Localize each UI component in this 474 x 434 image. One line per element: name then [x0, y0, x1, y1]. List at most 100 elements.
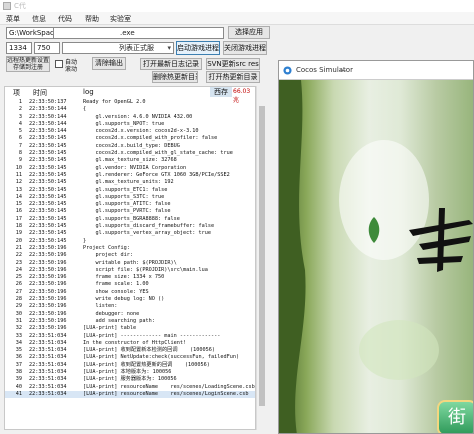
game-start-button[interactable]: 街	[437, 400, 473, 433]
log-row[interactable]: 3 22:33:50:144 gl.version: 4.6.0 NVIDIA 4…	[5, 114, 255, 121]
log-row-number: 41	[15, 390, 22, 397]
log-row[interactable]: 14 22:33:50:145 gl.supports_S3TC: true	[5, 194, 255, 201]
log-table[interactable]: 项 时间 log 西存 66.03兆 1 22:33:50:137 Ready fo…	[4, 86, 256, 430]
log-row[interactable]: 36 22:33:51:034 [LUA-print] NetUpdate:chec…	[5, 354, 255, 361]
svn-update-button[interactable]: SVN更新src res	[206, 58, 260, 70]
open-hot-update-dir-button[interactable]: 打开热更新目录	[206, 71, 260, 83]
log-row-number: 17	[15, 215, 22, 222]
log-row-message: show console: YES	[83, 288, 149, 295]
log-row[interactable]: 19 22:33:50:145 gl.supports_vertex_array_…	[5, 230, 255, 237]
log-row[interactable]: 1 22:33:50:137 Ready for OpenGL 2.0	[5, 99, 255, 106]
log-row-message: write debug log: NO ()	[83, 296, 165, 303]
delete-hot-update-dir-button[interactable]: 删除热更新目录	[152, 71, 198, 83]
system-tab[interactable]: 西存	[210, 87, 232, 97]
log-row-time: 22:33:51:034	[29, 390, 67, 397]
log-row-time: 22:33:50:145	[29, 164, 67, 171]
log-row-time: 22:33:50:144	[29, 113, 67, 120]
log-row[interactable]: 25 22:33:50:196 frame size: 1334 x 750	[5, 274, 255, 281]
log-row[interactable]: 30 22:33:50:196 debugger: none	[5, 311, 255, 318]
log-row[interactable]: 9 22:33:50:145 gl.max_texture_size: 32768	[5, 157, 255, 164]
mode-select-value: 列表正式服	[119, 44, 154, 52]
menu-item-lab[interactable]: 实验室	[110, 14, 131, 24]
log-row[interactable]: 11 22:33:50:145 gl.renderer: GeForce GTX …	[5, 172, 255, 179]
log-row[interactable]: 27 22:33:50:196 show console: YES	[5, 289, 255, 296]
select-app-button[interactable]: 选择应用	[228, 26, 270, 39]
log-row-number: 11	[15, 171, 22, 178]
log-row[interactable]: 13 22:33:50:145 gl.supports_ETC1: false	[5, 187, 255, 194]
menu-item-info[interactable]: 信息	[32, 14, 46, 24]
log-row[interactable]: 23 22:33:50:196 writable path: $(PROJDIR)…	[5, 260, 255, 267]
start-game-button[interactable]: 启动游戏进程	[176, 41, 220, 55]
log-scrollbar-thumb[interactable]	[259, 106, 265, 406]
menu-item-code[interactable]: 代码	[58, 14, 72, 24]
menu-item-menu[interactable]: 菜单	[6, 14, 20, 24]
log-row[interactable]: 4 22:33:50:144 gl.supports_NPOT: true	[5, 121, 255, 128]
log-row-time: 22:33:51:034	[29, 361, 67, 368]
log-row-number: 15	[15, 201, 22, 208]
minimize-icon[interactable]: —	[339, 66, 346, 74]
menu-item-help[interactable]: 帮助	[85, 14, 99, 24]
log-row-message: gl.supports_PVRTC: false	[83, 208, 171, 215]
log-row[interactable]: 40 22:33:51:034 [LUA-print] resourceName r…	[5, 384, 255, 391]
log-row[interactable]: 41 22:33:51:034 [LUA-print] resourceName r…	[5, 390, 255, 399]
log-row-time: 22:33:50:196	[29, 259, 67, 266]
height-input[interactable]: 750	[34, 42, 60, 54]
log-row[interactable]: 29 22:33:50:196 listen:	[5, 303, 255, 310]
foliage-left	[279, 80, 306, 433]
log-scrollbar[interactable]	[256, 86, 266, 430]
log-row[interactable]: 35 22:33:51:034 [LUA-print] 收到配置新本检测的回调 (1…	[5, 347, 255, 354]
log-row-message: writable path: $(PROJDIR)\	[83, 259, 177, 266]
log-row-message: gl.supports_ATITC: false	[83, 201, 171, 208]
log-row-message: Ready for OpenGL 2.0	[83, 99, 146, 105]
log-row-message: gl.supports_vertex_array_object: true	[83, 230, 212, 237]
log-row[interactable]: 26 22:33:50:196 frame scale: 1.00	[5, 281, 255, 288]
auto-scroll-checkbox[interactable]	[55, 60, 63, 68]
open-log-dir-button[interactable]: 打开最新日志记录	[140, 58, 202, 70]
log-row[interactable]: 8 22:33:50:145 cocos2d.x.compiled_with_gl…	[5, 150, 255, 157]
header-message: log	[83, 88, 94, 96]
log-row-message: {	[83, 106, 87, 113]
exe-path-input[interactable]: G:\WorkSpace	[6, 27, 54, 39]
log-row-time: 22:33:51:034	[29, 368, 67, 375]
log-row[interactable]: 6 22:33:50:145 cocos2d.x.compiled_with_pr…	[5, 135, 255, 142]
log-row[interactable]: 15 22:33:50:145 gl.supports_ATITC: false	[5, 201, 255, 208]
menubar: 菜单 信息 代码 帮助 实验室	[0, 12, 474, 25]
log-row[interactable]: 2 22:33:50:144 {	[5, 106, 255, 113]
log-row-number: 29	[15, 303, 22, 310]
log-row[interactable]: 22 22:33:50:196 project dir:	[5, 252, 255, 259]
log-row[interactable]: 7 22:33:50:145 cocos2d.x.build_type: DEBU…	[5, 143, 255, 150]
log-row-message: [LUA-print] ------------- main ---------…	[83, 332, 221, 339]
log-row-message: listen:	[83, 303, 118, 310]
log-row-time: 22:33:50:196	[29, 281, 67, 288]
log-row[interactable]: 34 22:33:51:034 In the constructor of Http…	[5, 340, 255, 347]
width-input[interactable]: 1334	[6, 42, 32, 54]
log-row[interactable]: 18 22:33:50:145 gl.supports_discard_frame…	[5, 223, 255, 230]
log-row-number: 34	[15, 339, 22, 346]
log-row-number: 28	[15, 296, 22, 303]
game-scene[interactable]: 街	[279, 80, 473, 433]
mode-select[interactable]: 列表正式服 ▾	[62, 42, 174, 54]
log-row[interactable]: 33 22:33:51:034 [LUA-print] ------------- …	[5, 333, 255, 340]
log-row[interactable]: 12 22:33:50:145 gl.max_texture_units: 192	[5, 179, 255, 186]
log-row[interactable]: 37 22:33:51:034 [LUA-print] 收到配置热更新的回调 (10…	[5, 362, 255, 369]
log-row-number: 8	[18, 150, 22, 157]
log-row[interactable]: 39 22:33:51:034 [LUA-print] 服务器版本为: 100056	[5, 376, 255, 383]
calligraphy-brush-strokes	[409, 208, 473, 272]
log-row-number: 38	[15, 368, 22, 375]
log-row-time: 22:33:51:034	[29, 354, 67, 361]
stop-game-button[interactable]: 关闭游戏进程	[223, 41, 267, 55]
log-row[interactable]: 21 22:33:50:196 Project Config:	[5, 245, 255, 252]
log-row[interactable]: 24 22:33:50:196 script file: $(PROJDIR)\s…	[5, 267, 255, 274]
clear-output-button[interactable]: 清除输出	[92, 57, 126, 70]
log-row[interactable]: 17 22:33:50:145 gl.supports_BGRA8888: fal…	[5, 216, 255, 223]
log-row[interactable]: 28 22:33:50:196 write debug log: NO ()	[5, 296, 255, 303]
log-row[interactable]: 31 22:33:50:196 add searching path:	[5, 318, 255, 325]
log-row[interactable]: 10 22:33:50:145 gl.vendor: NVIDIA Corpora…	[5, 165, 255, 172]
log-row[interactable]: 20 22:33:50:145}	[5, 238, 255, 245]
log-row[interactable]: 16 22:33:50:145 gl.supports_PVRTC: false	[5, 208, 255, 215]
log-row-number: 40	[15, 383, 22, 390]
log-row-message: gl.supports_discard_framebuffer: false	[83, 223, 215, 230]
log-row[interactable]: 32 22:33:50:196 [LUA-print] table	[5, 325, 255, 332]
hot-reload-settings-button[interactable]: 远程热更新设置 存储到注册	[6, 56, 50, 72]
log-row[interactable]: 5 22:33:50:144 cocos2d.x.version: cocos2d…	[5, 128, 255, 135]
